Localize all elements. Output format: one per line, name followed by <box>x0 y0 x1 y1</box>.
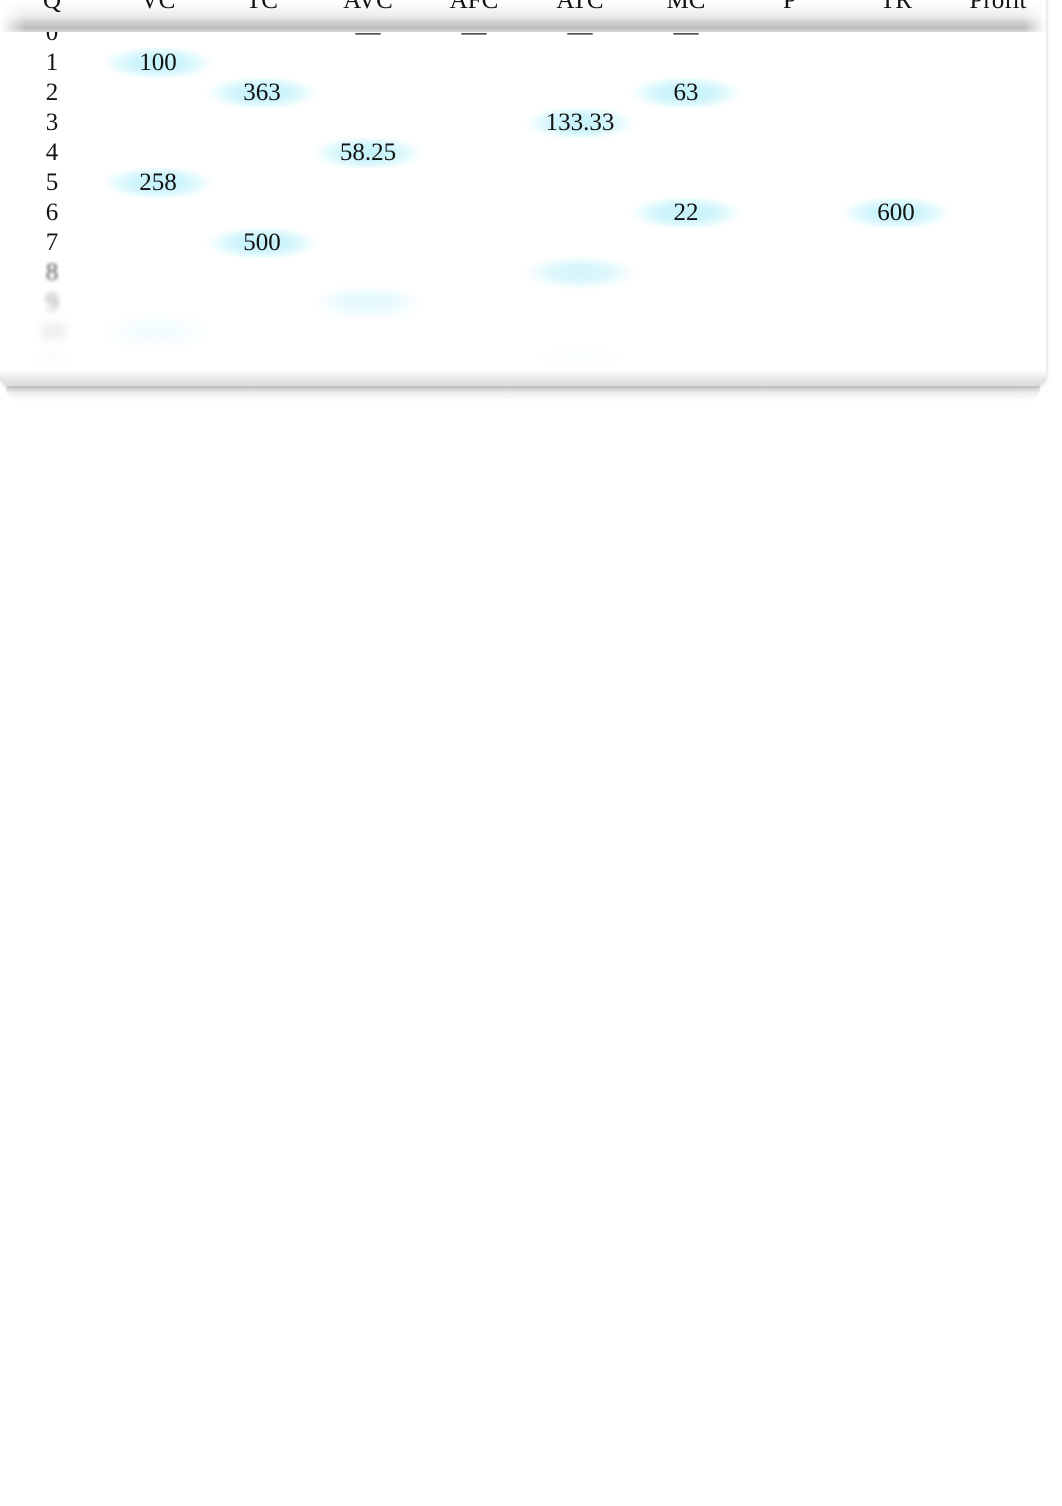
table-row: 3 133.33 <box>0 108 1046 138</box>
cost-table-header-row: Q VC TC AVC AFC ATC MC P TR Profit <box>0 0 1046 32</box>
cell-tc-q7[interactable]: 500 <box>204 228 320 258</box>
cost-table-body: 0— — — —1 100 2 363 63 3 133.33 4 58.25 5 258 6 22 600 7 5… <box>0 0 1046 386</box>
cost-table-panel: 0— — — —1 100 2 363 63 3 133.33 4 58.25 5 258 6 22 600 7 5… <box>0 0 1046 386</box>
cell-atc-q8[interactable] <box>522 258 638 288</box>
row-quantity-label: 8 <box>45 259 59 286</box>
table-row: 5 258 <box>0 168 1046 198</box>
cell-avc-q4[interactable]: 58.25 <box>310 138 426 168</box>
row-quantity-label: 1 <box>45 49 59 76</box>
table-row: 10 <box>0 318 1046 348</box>
row-quantity-label: 5 <box>45 169 59 196</box>
panel-drop-shadow <box>6 386 1040 402</box>
cell-vc-q10[interactable] <box>100 318 216 348</box>
row-quantity-label: 6 <box>45 199 59 226</box>
cell-mc-q2[interactable]: 63 <box>628 78 744 108</box>
cell-vc-q1[interactable]: 100 <box>100 48 216 78</box>
row-quantity-label: 2 <box>45 79 59 106</box>
column-header-afc: AFC <box>449 0 499 14</box>
cell-tc-q2[interactable]: 363 <box>204 78 320 108</box>
column-header-tr: TR <box>880 0 912 14</box>
row-quantity-label: 7 <box>45 229 59 256</box>
column-header-tc: TC <box>246 0 278 14</box>
cell-avc-q9[interactable] <box>310 288 426 318</box>
panel-bottom-lip <box>0 370 1046 386</box>
row-quantity-label: 3 <box>45 109 59 136</box>
table-row: 8 <box>0 258 1046 288</box>
column-header-vc: VC <box>140 0 176 14</box>
column-header-p: P <box>783 0 797 14</box>
row-quantity-label: 4 <box>45 139 59 166</box>
cell-vc-q5[interactable]: 258 <box>100 168 216 198</box>
cell-mc-q6[interactable]: 22 <box>628 198 744 228</box>
table-row: 2 363 63 <box>0 78 1046 108</box>
column-header-atc: ATC <box>556 0 604 14</box>
table-row: 6 22 600 <box>0 198 1046 228</box>
column-header-avc: AVC <box>343 0 393 14</box>
cost-table-panel-inner: 0— — — —1 100 2 363 63 3 133.33 4 58.25 5 258 6 22 600 7 5… <box>0 0 1046 386</box>
cell-tr-q6[interactable]: 600 <box>838 198 954 228</box>
table-row: 7 500 <box>0 228 1046 258</box>
row-quantity-label: 9 <box>45 289 59 316</box>
row-quantity-label: 10 <box>39 319 65 346</box>
table-row: 9 <box>0 288 1046 318</box>
table-row: 1 100 <box>0 48 1046 78</box>
table-row: 4 58.25 <box>0 138 1046 168</box>
cell-atc-q3[interactable]: 133.33 <box>522 108 638 138</box>
column-header-profit: Profit <box>969 0 1027 14</box>
column-header-q: Q <box>42 0 62 14</box>
column-header-mc: MC <box>666 0 706 14</box>
